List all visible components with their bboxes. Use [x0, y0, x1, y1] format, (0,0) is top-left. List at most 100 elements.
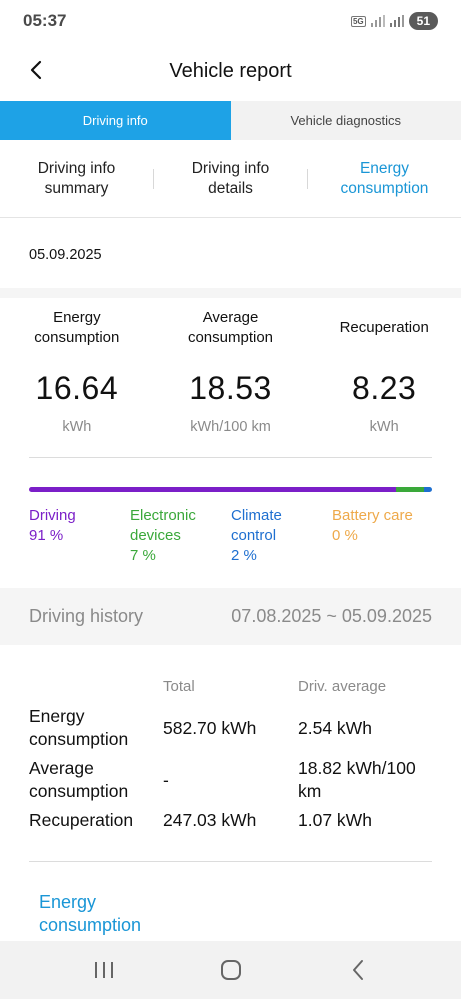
stat-label-line: consumption: [187, 329, 274, 346]
section-link-line: consumption: [39, 915, 142, 935]
col-header-average: Driv. average: [298, 677, 387, 695]
subtab-label: consumption: [340, 179, 429, 197]
legend-percent: 2 %: [231, 547, 257, 564]
subtab-label: summary: [44, 179, 109, 197]
subtab-label: Energy: [359, 159, 410, 177]
stat-label-line: Energy: [53, 309, 101, 326]
subtab-energy-consumption[interactable]: Energy consumption: [308, 159, 461, 199]
stat-label: Energy consumption: [0, 298, 154, 358]
stat-unit: kWh: [62, 419, 92, 435]
subtab-label: Driving info: [37, 159, 116, 177]
stat-energy-consumption: Energy consumption 16.64 kWh: [0, 298, 154, 458]
chevron-left-icon: [30, 60, 42, 80]
recent-apps-button[interactable]: [84, 950, 124, 990]
battery-indicator: 51: [408, 12, 438, 30]
row-total: -: [163, 769, 169, 790]
back-icon: [352, 960, 363, 980]
stat-label-line: Recuperation: [339, 319, 429, 336]
legend-name: Electronic: [130, 507, 196, 524]
history-table: Total Driv. average Energy consumption 58…: [29, 673, 432, 832]
col-header-total: Total: [163, 677, 195, 695]
main-tabs: Driving info Vehicle diagnostics: [0, 101, 461, 140]
history-title: Driving history: [29, 606, 144, 626]
legend-percent: 0 %: [332, 527, 358, 544]
tab-vehicle-diagnostics[interactable]: Vehicle diagnostics: [230, 101, 461, 140]
row-average-line: 2.54 kWh: [298, 717, 372, 738]
legend-percent: 7 %: [130, 547, 156, 564]
summary-stats: Energy consumption 16.64 kWh Average consu…: [0, 298, 461, 458]
page-title: Vehicle report: [169, 59, 292, 82]
legend-driving: Driving 91 %: [29, 506, 130, 566]
subtab-driving-info-details[interactable]: Driving info details: [154, 159, 307, 199]
legend-name: devices: [130, 527, 181, 544]
stat-value: 8.23: [352, 370, 417, 406]
section-separator: [0, 288, 461, 298]
row-total: 582.70 kWh: [163, 717, 257, 738]
signal-icon: [370, 15, 385, 27]
divider: [29, 457, 432, 458]
stat-label-line: Average: [202, 309, 259, 326]
consumption-legend: Driving 91 % Electronic devices 7 % Clim…: [29, 506, 439, 566]
row-label: Average consumption: [29, 757, 163, 803]
table-row: Recuperation 247.03 kWh 1.07 kWh: [29, 809, 432, 832]
energy-consumption-section-link[interactable]: Energy consumption: [39, 891, 141, 937]
legend-electronic-devices: Electronic devices 7 %: [130, 506, 231, 566]
status-icons: 5G 51: [350, 12, 438, 30]
stat-label: Recuperation: [307, 298, 461, 358]
stat-label: Average consumption: [154, 298, 308, 358]
row-average-line: km: [298, 781, 322, 801]
back-nav-button[interactable]: [338, 950, 378, 990]
legend-climate-control: Climate control 2 %: [231, 506, 332, 566]
consumption-ratio-bar: [29, 487, 432, 492]
legend-name: Climate: [231, 507, 282, 524]
row-average: 1.07 kWh: [298, 810, 372, 830]
legend-name: control: [231, 527, 277, 544]
subtab-label: Driving info: [191, 159, 270, 177]
table-header: Total Driv. average: [29, 673, 432, 699]
table-row: Average consumption - 18.82 kWh/100 km: [29, 757, 432, 803]
row-label-line: consumption: [29, 781, 129, 801]
tab-driving-info[interactable]: Driving info: [0, 101, 231, 140]
row-label-line: consumption: [29, 729, 129, 749]
table-row: Energy consumption 582.70 kWh 2.54 kWh: [29, 705, 432, 751]
stat-value: 18.53: [189, 370, 272, 406]
row-total: 247.03 kWh: [163, 810, 257, 830]
row-label: Recuperation: [29, 810, 134, 830]
ratio-bar-segment: [423, 487, 432, 492]
row-label: Energy consumption: [29, 705, 163, 751]
divider: [29, 861, 432, 862]
report-date[interactable]: 05.09.2025: [0, 222, 461, 288]
stat-value: 16.64: [35, 370, 119, 406]
subtab-label: details: [208, 179, 253, 197]
report-date-text: 05.09.2025: [29, 247, 102, 263]
driving-history-header: Driving history 07.08.2025 ~ 05.09.2025: [0, 588, 461, 645]
home-icon: [220, 960, 241, 980]
ratio-bar-segment: [395, 487, 424, 492]
subtab-driving-info-summary[interactable]: Driving info summary: [0, 159, 153, 199]
legend-battery-care: Battery care 0 %: [332, 506, 433, 566]
legend-name: Battery care: [332, 507, 413, 524]
recent-apps-icon: [94, 962, 113, 978]
stat-unit: kWh/100 km: [190, 419, 271, 435]
legend-percent: 91 %: [29, 527, 64, 544]
row-average: 2.54 kWh: [298, 717, 432, 740]
network-type-icon: 5G: [350, 15, 366, 27]
row-label-line: Energy: [29, 706, 85, 726]
row-average: 18.82 kWh/100 km: [298, 757, 432, 803]
app-header: Vehicle report: [0, 42, 461, 100]
home-button[interactable]: [211, 950, 251, 990]
stat-unit: kWh: [369, 419, 399, 435]
legend-name: Driving: [29, 507, 76, 524]
stat-label-line: consumption: [34, 329, 120, 346]
system-nav-bar: [0, 941, 461, 999]
row-average-line: 18.82 kWh/100: [298, 758, 416, 778]
stat-average-consumption: Average consumption 18.53 kWh/100 km: [154, 298, 308, 458]
ratio-bar-segment: [29, 487, 396, 492]
stat-recuperation: Recuperation 8.23 kWh: [307, 298, 461, 458]
history-date-range[interactable]: 07.08.2025 ~ 05.09.2025: [231, 606, 432, 627]
status-time: 05:37: [23, 11, 67, 30]
sub-tabs: Driving info summary Driving info detail…: [0, 140, 461, 218]
signal-icon-2: [389, 15, 404, 27]
section-link-line: Energy: [39, 892, 97, 912]
back-button[interactable]: [22, 56, 50, 84]
